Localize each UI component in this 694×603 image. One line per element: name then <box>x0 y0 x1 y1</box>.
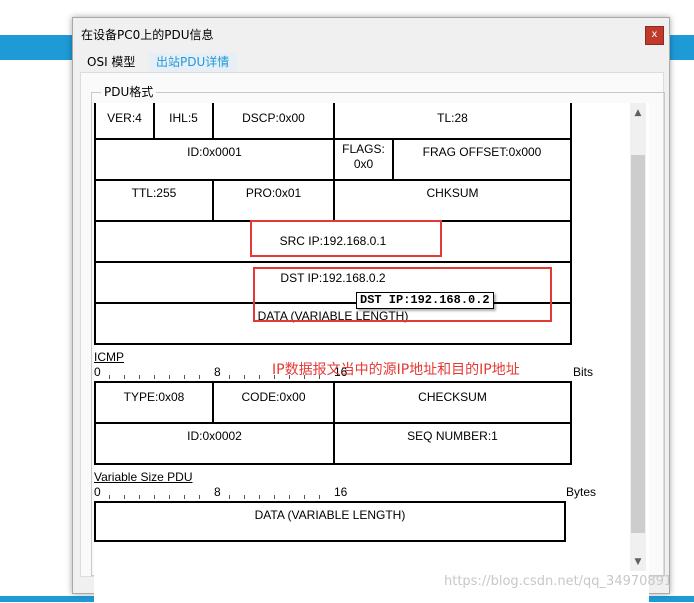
icmp-ruler-mid: 8 <box>214 365 221 379</box>
ip-ihl: IHL:5 <box>169 111 198 125</box>
ip-ttl: TTL:255 <box>131 186 177 200</box>
tab-bar: OSI 模型 出站PDU详情 <box>73 51 669 74</box>
annotation-text: IP数据报文当中的源IP地址和目的IP地址 <box>272 362 520 378</box>
dialog-title: 在设备PC0上的PDU信息 <box>81 28 214 42</box>
icmp-seq-cell: SEQ NUMBER:1 <box>333 422 572 465</box>
variable-ruler-mid: 8 <box>214 485 221 499</box>
ip-frag-offset: FRAG OFFSET:0x000 <box>422 145 542 159</box>
dst-ip-tooltip: DST IP:192.168.0.2 <box>356 292 494 309</box>
icmp-id-cell: ID:0x0002 <box>94 422 335 465</box>
ruler-tick <box>154 495 155 499</box>
ip-flags: FLAGS: 0x0 <box>342 142 385 171</box>
close-button[interactable]: x <box>645 26 664 45</box>
icmp-ruler-unit: Bits <box>573 365 594 379</box>
icmp-ruler-start: 0 <box>94 365 101 379</box>
ruler-tick <box>304 495 305 499</box>
ip-dscp-cell: DSCP:0x00 <box>212 103 335 140</box>
ip-ver-cell: VER:4 <box>94 103 155 140</box>
chevron-up-icon[interactable]: ▲ <box>630 105 646 121</box>
ip-frag-offset-cell: FRAG OFFSET:0x000 <box>392 138 572 181</box>
ruler-tick <box>259 495 260 499</box>
ip-dscp: DSCP:0x00 <box>242 111 305 125</box>
variable-ruler-end: 16 <box>334 485 348 499</box>
tab-outbound-pdu-details[interactable]: 出站PDU详情 <box>148 53 238 74</box>
ip-ver: VER:4 <box>107 111 142 125</box>
ruler-tick <box>139 495 140 499</box>
ruler-tick <box>139 375 140 379</box>
ruler-tick <box>244 495 245 499</box>
ruler-tick <box>154 375 155 379</box>
icmp-code-cell: CODE:0x00 <box>212 381 335 424</box>
variable-data-cell: DATA (VARIABLE LENGTH) <box>94 501 566 542</box>
ruler-tick <box>184 375 185 379</box>
chevron-down-icon[interactable]: ▼ <box>630 554 646 570</box>
ip-checksum-cell: CHKSUM <box>333 179 572 222</box>
ruler-tick <box>259 375 260 379</box>
ip-checksum: CHKSUM <box>426 186 479 200</box>
icmp-checksum-cell: CHECKSUM <box>333 381 572 424</box>
ip-id-cell: ID:0x0001 <box>94 138 335 181</box>
ruler-tick <box>199 495 200 499</box>
ruler-tick <box>199 375 200 379</box>
icmp-type: TYPE:0x08 <box>123 390 185 404</box>
ip-id: ID:0x0001 <box>187 145 242 159</box>
ip-protocol-cell: PRO:0x01 <box>212 179 335 222</box>
ip-protocol: PRO:0x01 <box>245 186 302 200</box>
variable-pdu-title: Variable Size PDU <box>94 470 193 484</box>
ruler-tick <box>109 495 110 499</box>
ruler-tick <box>319 495 320 499</box>
ruler-tick <box>169 375 170 379</box>
watermark: https://blog.csdn.net/qq_34970891 <box>444 574 673 589</box>
variable-ruler-start: 0 <box>94 485 101 499</box>
vertical-scrollbar[interactable]: ▲ ▼ <box>630 103 646 571</box>
pdu-content-area: VER:4 IHL:5 DSCP:0x00 TL:28 ID:0x0001 FL… <box>94 103 649 603</box>
ip-ttl-cell: TTL:255 <box>94 179 214 222</box>
variable-data: DATA (VARIABLE LENGTH) <box>254 508 406 522</box>
icmp-seq: SEQ NUMBER:1 <box>407 429 498 443</box>
src-ip-highlight <box>250 220 442 257</box>
ruler-tick <box>244 375 245 379</box>
ruler-tick <box>229 495 230 499</box>
ruler-tick <box>289 495 290 499</box>
variable-ruler-unit: Bytes <box>566 485 597 499</box>
ruler-tick <box>274 495 275 499</box>
ruler-tick <box>124 495 125 499</box>
ip-ihl-cell: IHL:5 <box>153 103 214 140</box>
ruler-tick <box>184 495 185 499</box>
close-icon: x <box>651 29 658 40</box>
ruler-tick <box>229 375 230 379</box>
tab-panel: PDU格式 VER:4 IHL:5 DSCP:0x00 TL:28 ID:0x0… <box>80 72 665 603</box>
icmp-checksum: CHECKSUM <box>418 390 487 404</box>
icmp-code: CODE:0x00 <box>241 390 306 404</box>
ruler-tick <box>109 375 110 379</box>
ip-tl-cell: TL:28 <box>333 103 572 140</box>
ruler-tick <box>124 375 125 379</box>
icmp-type-cell: TYPE:0x08 <box>94 381 214 424</box>
variable-ruler: 0 8 16 Bytes <box>94 485 596 499</box>
pdu-format-label: PDU格式 <box>101 83 157 100</box>
tab-osi-model[interactable]: OSI 模型 <box>81 53 141 72</box>
scrollbar-thumb[interactable] <box>631 155 645 533</box>
ip-flags-cell: FLAGS: 0x0 <box>333 138 394 181</box>
icmp-title: ICMP <box>94 350 124 364</box>
ruler-tick <box>169 495 170 499</box>
ip-tl: TL:28 <box>437 111 468 125</box>
icmp-id: ID:0x0002 <box>187 429 242 443</box>
